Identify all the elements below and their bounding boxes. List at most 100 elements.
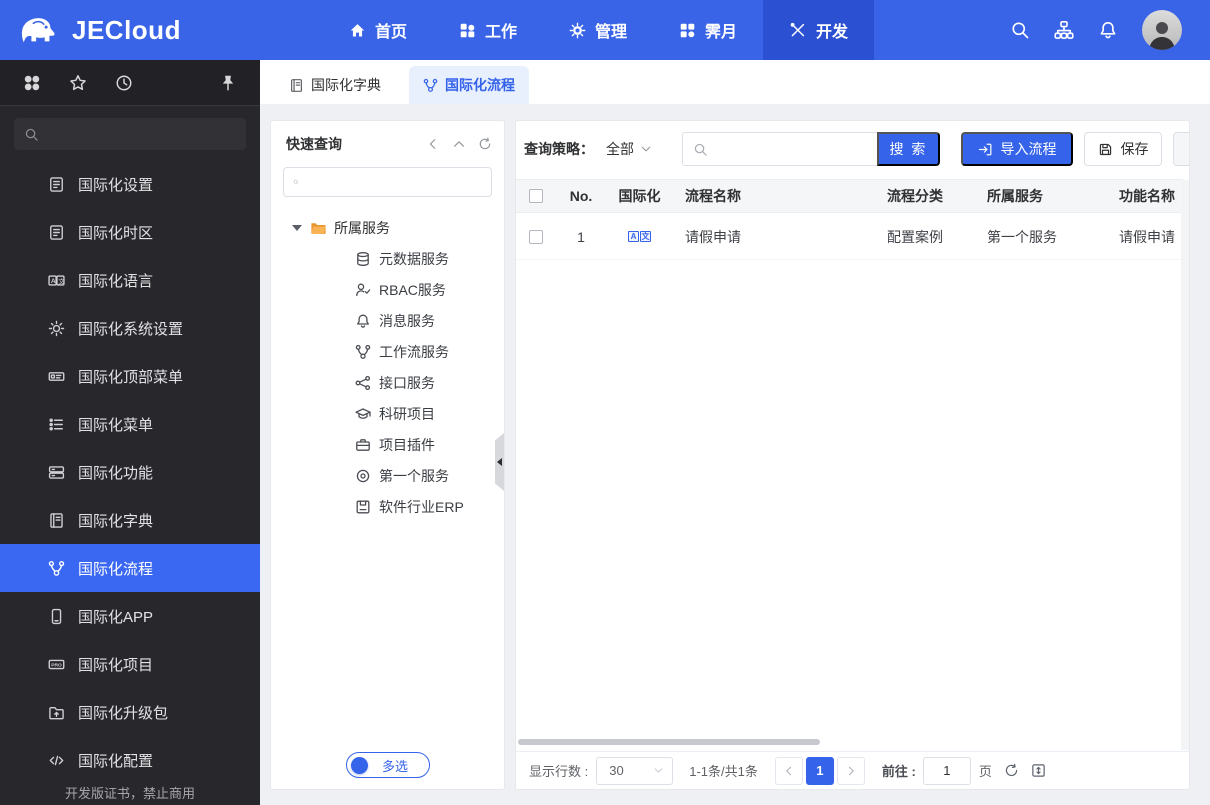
search-button[interactable]: 搜 索 bbox=[877, 132, 940, 166]
current-page-button[interactable]: 1 bbox=[805, 756, 834, 785]
col-header-i18n: 国际化 bbox=[618, 188, 661, 204]
row-checkbox[interactable] bbox=[529, 229, 543, 244]
bell-icon[interactable] bbox=[1098, 20, 1118, 40]
refresh-icon[interactable] bbox=[478, 137, 492, 151]
tree-item-first-service[interactable]: 第一个服务 bbox=[271, 460, 504, 491]
sidebar-item-i18n-topmenu[interactable]: 国际化顶部菜单 bbox=[0, 352, 260, 400]
tree-root-services[interactable]: 所属服务 bbox=[271, 213, 504, 243]
content-area: 国际化字典 国际化流程 快速查询 所属服务 元数据服务 RBAC服务 消息服务 … bbox=[260, 60, 1210, 805]
org-chart-icon[interactable] bbox=[1054, 20, 1074, 40]
tree-search-input[interactable] bbox=[306, 174, 482, 190]
pin-icon[interactable] bbox=[219, 74, 237, 92]
chevron-up-icon[interactable] bbox=[452, 137, 466, 151]
tools-icon bbox=[790, 22, 805, 37]
rows-per-page-select[interactable]: 30 bbox=[596, 756, 674, 785]
button-label: 保存 bbox=[1120, 141, 1149, 157]
clock-icon[interactable] bbox=[115, 74, 133, 92]
folder-up-icon bbox=[49, 706, 64, 719]
tree-root-label: 所属服务 bbox=[334, 220, 390, 236]
user-avatar[interactable] bbox=[1142, 10, 1182, 50]
strategy-select[interactable]: 全部 bbox=[606, 139, 652, 159]
tree-search[interactable] bbox=[283, 167, 492, 197]
sidebar-search-input[interactable] bbox=[47, 126, 236, 142]
chevron-left-icon[interactable] bbox=[426, 137, 440, 151]
document-icon bbox=[50, 176, 63, 192]
badge-letter: A bbox=[628, 231, 639, 242]
tree-item-project-plugin[interactable]: 项目插件 bbox=[271, 429, 504, 460]
toggle-label: 多选 bbox=[381, 758, 408, 774]
sidebar-item-i18n-workflow[interactable]: 国际化流程 bbox=[0, 544, 260, 592]
app-logo[interactable]: JECloud bbox=[16, 11, 181, 49]
save-button[interactable]: 保存 bbox=[1084, 132, 1162, 166]
tree-item-rbac-service[interactable]: RBAC服务 bbox=[271, 274, 504, 305]
chevron-left-icon bbox=[786, 766, 791, 775]
search-icon[interactable] bbox=[1010, 20, 1030, 40]
nav-label: 管理 bbox=[594, 24, 627, 41]
sidebar-item-i18n-settings[interactable]: 国际化设置 bbox=[0, 160, 260, 208]
cell-service: 第一个服务 bbox=[987, 228, 1057, 245]
sidebar-iconbar bbox=[0, 60, 260, 106]
nav-item-jiyue[interactable]: 霁月 bbox=[653, 0, 763, 60]
bell-icon bbox=[357, 314, 369, 328]
star-icon[interactable] bbox=[69, 74, 87, 92]
vertical-scrollbar-track[interactable] bbox=[1181, 180, 1189, 750]
import-workflow-button[interactable]: 导入流程 bbox=[961, 132, 1073, 166]
workflow-icon bbox=[355, 344, 371, 359]
translate-badge-icon[interactable]: A文 bbox=[628, 231, 651, 242]
apps-icon[interactable] bbox=[23, 74, 41, 92]
logo-text: JECloud bbox=[72, 14, 181, 45]
sidebar-item-i18n-system[interactable]: 国际化系统设置 bbox=[0, 304, 260, 352]
sidebar-item-i18n-menu[interactable]: 国际化菜单 bbox=[0, 400, 260, 448]
prev-page-button[interactable] bbox=[774, 756, 803, 785]
nav-item-admin[interactable]: 管理 bbox=[543, 0, 653, 60]
tree-item-erp-service[interactable]: 软件行业ERP bbox=[271, 491, 504, 522]
tree-item-research-project[interactable]: 科研项目 bbox=[271, 398, 504, 429]
table-footer: 显示行数 : 30 1-1条/共1条 1 前往 : 页 bbox=[516, 751, 1189, 789]
tree-item-workflow-service[interactable]: 工作流服务 bbox=[271, 336, 504, 367]
nav-label: 霁月 bbox=[705, 24, 738, 41]
person-photo bbox=[1149, 22, 1175, 50]
sidebar-item-i18n-upgrade[interactable]: 国际化升级包 bbox=[0, 688, 260, 736]
tab-i18n-workflow[interactable]: 国际化流程 bbox=[409, 66, 529, 104]
tree-item-message-service[interactable]: 消息服务 bbox=[271, 305, 504, 336]
multi-select-toggle[interactable]: 多选 bbox=[345, 752, 430, 778]
tree-item-metadata-service[interactable]: 元数据服务 bbox=[271, 243, 504, 274]
next-page-button[interactable] bbox=[836, 756, 865, 785]
sidebar-item-i18n-language[interactable]: A文 国际化语言 bbox=[0, 256, 260, 304]
tab-i18n-dictionary[interactable]: 国际化字典 bbox=[275, 66, 395, 104]
nav-item-home[interactable]: 首页 bbox=[323, 0, 433, 60]
menu-label: 国际化项目 bbox=[78, 656, 154, 674]
clipped-button[interactable] bbox=[1173, 132, 1189, 166]
service-tree: 所属服务 元数据服务 RBAC服务 消息服务 工作流服务 接口服务 科研项目 项… bbox=[271, 213, 504, 522]
table-row[interactable]: 1 A文 请假申请 配置案例 第一个服务 请假申请 bbox=[516, 214, 1183, 260]
sidebar-item-i18n-project[interactable]: PRO 国际化项目 bbox=[0, 640, 260, 688]
sidebar-item-i18n-app[interactable]: 国际化APP bbox=[0, 592, 260, 640]
grid-icon bbox=[680, 23, 695, 37]
table-search[interactable] bbox=[682, 132, 877, 166]
row-height-icon[interactable] bbox=[1031, 763, 1046, 778]
sidebar-item-i18n-config[interactable]: 国际化配置 bbox=[0, 736, 260, 784]
translate-icon: A文 bbox=[48, 274, 65, 286]
tree-item-api-service[interactable]: 接口服务 bbox=[271, 367, 504, 398]
goto-page-input[interactable] bbox=[922, 756, 971, 785]
svg-text:文: 文 bbox=[58, 276, 65, 285]
chevron-right-icon bbox=[848, 766, 854, 775]
nav-item-work[interactable]: 工作 bbox=[433, 0, 543, 60]
panel-collapse-handle[interactable] bbox=[495, 433, 504, 491]
list-toolbar: 查询策略： 全部 搜 索 导入流程 保存 bbox=[516, 131, 1189, 167]
list-icon bbox=[49, 417, 63, 431]
refresh-icon[interactable] bbox=[1004, 763, 1019, 778]
select-all-checkbox[interactable] bbox=[529, 189, 543, 203]
sidebar-item-i18n-function[interactable]: 国际化功能 bbox=[0, 448, 260, 496]
grid-icon bbox=[460, 23, 475, 37]
horizontal-scrollbar-thumb[interactable] bbox=[518, 739, 820, 745]
nav-item-dev[interactable]: 开发 bbox=[763, 0, 875, 60]
sidebar-item-i18n-timezone[interactable]: 国际化时区 bbox=[0, 208, 260, 256]
sidebar-search[interactable] bbox=[14, 118, 246, 150]
elephant-logo-icon bbox=[21, 18, 55, 43]
table-search-input[interactable] bbox=[715, 141, 867, 157]
sidebar-item-i18n-dictionary[interactable]: 国际化字典 bbox=[0, 496, 260, 544]
tree-item-label: 第一个服务 bbox=[379, 467, 449, 484]
caret-down-icon[interactable] bbox=[292, 225, 302, 231]
save-box-icon bbox=[356, 500, 370, 513]
